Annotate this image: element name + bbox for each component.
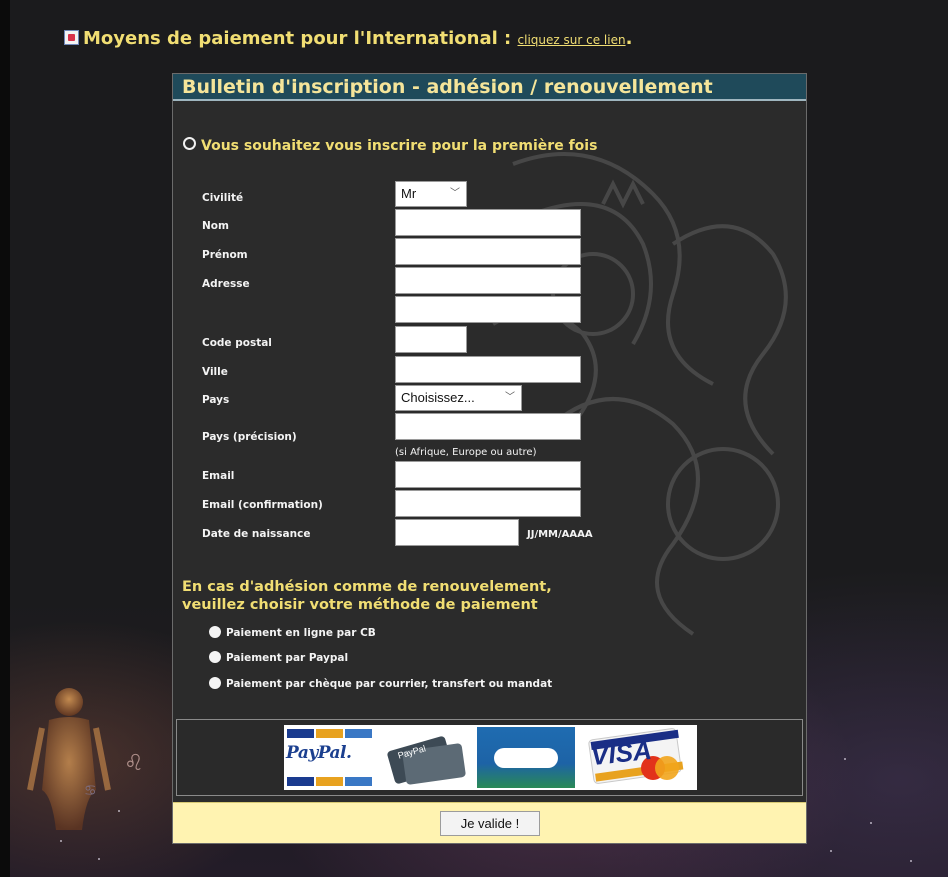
label-date-naissance: Date de naissance: [202, 528, 311, 540]
registration-form: Bulletin d'inscription - adhésion / reno…: [172, 73, 807, 844]
label-pays-precision: Pays (précision): [202, 431, 297, 443]
credit-cards-logo: [287, 777, 372, 786]
submit-button[interactable]: Je valide !: [440, 811, 540, 836]
payment-option-cb[interactable]: Paiement en ligne par CB: [209, 626, 376, 639]
label-prenom: Prénom: [202, 249, 248, 261]
email-input[interactable]: [395, 461, 581, 488]
star-decoration: [830, 850, 832, 852]
ville-input[interactable]: [395, 356, 581, 383]
international-period: .: [625, 28, 633, 49]
pays-value: Choisissez...: [401, 390, 475, 405]
left-edge-bar: [0, 0, 10, 877]
prenom-input[interactable]: [395, 238, 581, 265]
label-email-confirmation: Email (confirmation): [202, 499, 323, 511]
label-pays: Pays: [202, 394, 230, 406]
form-title: Bulletin d'inscription - adhésion / reno…: [173, 74, 806, 101]
payment-option-paypal[interactable]: Paiement par Paypal: [209, 651, 348, 664]
international-label: Moyens de paiement pour l'International …: [83, 28, 512, 49]
payment-option-cheque[interactable]: Paiement par chèque par courrier, transf…: [209, 677, 552, 690]
first-time-option[interactable]: Vous souhaitez vous inscrire pour la pre…: [183, 137, 597, 154]
payment-title-line2: veuillez choisir votre méthode de paieme…: [182, 597, 538, 613]
radio-button[interactable]: [183, 137, 196, 150]
pays-precision-hint: (si Afrique, Europe ou autre): [395, 447, 537, 458]
chevron-down-icon: ﹀: [505, 392, 515, 403]
svg-text:♋: ♋: [84, 783, 97, 799]
payment-title: En cas d'adhésion comme de renouvelement…: [182, 578, 552, 614]
label-civilite: Civilité: [202, 192, 244, 204]
radio-button[interactable]: [209, 651, 221, 663]
pays-precision-input[interactable]: [395, 413, 581, 440]
pays-select[interactable]: Choisissez... ﹀: [395, 385, 522, 411]
payment-option-label: Paiement en ligne par CB: [226, 627, 376, 639]
nom-input[interactable]: [395, 209, 581, 236]
label-adresse: Adresse: [202, 278, 250, 290]
payment-logos-strip: PayPal. PayPal VISA: [284, 725, 697, 790]
label-email: Email: [202, 470, 235, 482]
svg-text:♌: ♌: [124, 751, 144, 776]
radio-button[interactable]: [209, 626, 221, 638]
star-decoration: [844, 758, 846, 760]
date-format-hint: JJ/MM/AAAA: [527, 529, 593, 540]
star-decoration: [870, 822, 872, 824]
payment-option-label: Paiement par Paypal: [226, 652, 349, 664]
label-ville: Ville: [202, 366, 228, 378]
international-link[interactable]: cliquez sur ce lien: [518, 33, 626, 47]
cb-logo: [477, 727, 575, 788]
adresse-input-line2[interactable]: [395, 296, 581, 323]
star-decoration: [910, 860, 912, 862]
flag-icon: [64, 30, 79, 45]
email-confirmation-input[interactable]: [395, 490, 581, 517]
label-code-postal: Code postal: [202, 337, 272, 349]
adresse-input-line1[interactable]: [395, 267, 581, 294]
label-nom: Nom: [202, 220, 229, 232]
body-figure-illustration: ♌ ♋: [27, 688, 144, 830]
civilite-select[interactable]: Mr ﹀: [395, 181, 467, 207]
date-naissance-input[interactable]: [395, 519, 519, 546]
radio-button[interactable]: [209, 677, 221, 689]
chevron-down-icon: ﹀: [450, 188, 460, 199]
payment-option-label: Paiement par chèque par courrier, transf…: [226, 678, 553, 690]
visa-logo: VISA: [583, 728, 693, 786]
code-postal-input[interactable]: [395, 326, 467, 353]
dragon-background-art: [491, 152, 788, 636]
civilite-value: Mr: [401, 186, 417, 201]
first-time-label: Vous souhaitez vous inscrire pour la pre…: [201, 138, 598, 154]
submit-bar: Je valide !: [173, 802, 806, 843]
payment-title-line1: En cas d'adhésion comme de renouvelement…: [182, 579, 552, 595]
payment-logos-panel: PayPal. PayPal VISA: [176, 719, 803, 796]
card-stack-logo: PayPal: [384, 733, 472, 785]
international-payment-line: Moyens de paiement pour l'International …: [64, 28, 632, 54]
